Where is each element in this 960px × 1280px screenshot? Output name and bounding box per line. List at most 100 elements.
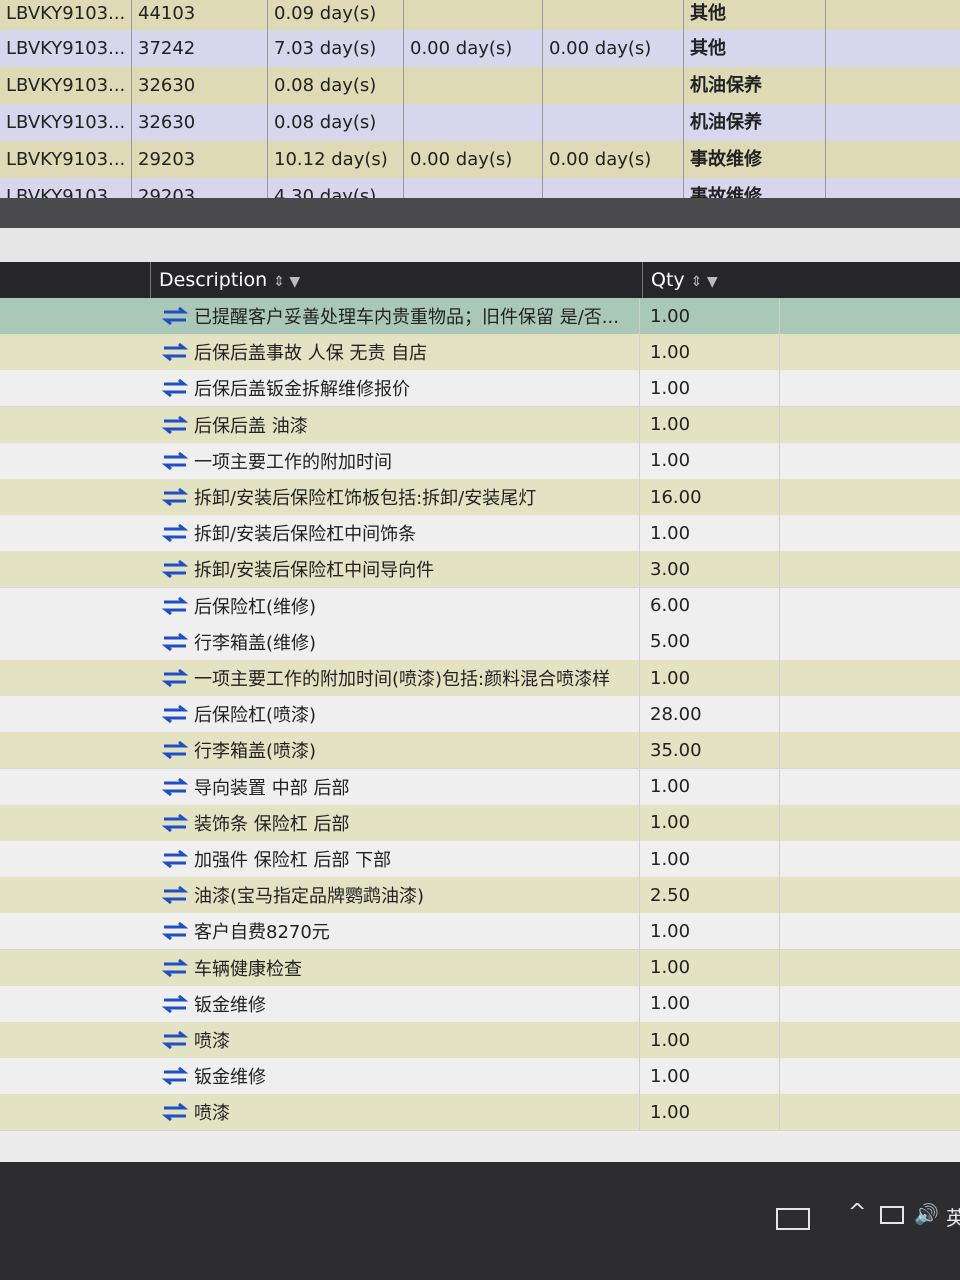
swap-arrows-icon[interactable]	[162, 885, 188, 905]
table-row[interactable]: 喷漆 1.00	[0, 1022, 960, 1059]
qty-cell: 1.00	[640, 442, 780, 479]
qty-cell: 1.00	[640, 1022, 780, 1058]
description-cell: 后保险杠(维修)	[150, 587, 640, 624]
swap-arrows-icon[interactable]	[162, 378, 188, 398]
history-cell-mileage: 32630	[132, 104, 268, 141]
history-row[interactable]: LBVKY9103... 44103 0.09 day(s) 其他	[0, 0, 960, 32]
row-tail	[780, 624, 960, 660]
history-row[interactable]: LBVKY9103... 32630 0.08 day(s) 机油保养	[0, 104, 960, 141]
column-header-qty[interactable]: Qty ⇕ ▼	[642, 262, 960, 298]
keyboard-icon[interactable]	[776, 1208, 810, 1230]
description-cell: 后保后盖钣金拆解维修报价	[150, 370, 640, 407]
ime-indicator[interactable]: 英	[946, 1202, 960, 1231]
table-row[interactable]: 喷漆 1.00	[0, 1094, 960, 1132]
row-spacer	[0, 479, 150, 515]
history-cell-d3	[543, 0, 684, 32]
description-text: 拆卸/安装后保险杠中间导向件	[194, 560, 435, 582]
table-row[interactable]: 拆卸/安装后保险杠中间饰条 1.00	[0, 515, 960, 553]
description-cell: 后保后盖 油漆	[150, 406, 640, 443]
sort-filter-icon[interactable]: ⇕ ▼	[691, 274, 718, 290]
table-row[interactable]: 一项主要工作的附加时间 1.00	[0, 442, 960, 480]
table-row[interactable]: 后保后盖事故 人保 无责 自店 1.00	[0, 334, 960, 372]
chevron-up-icon[interactable]: ^	[848, 1200, 866, 1225]
swap-arrows-icon[interactable]	[162, 1066, 188, 1086]
description-cell: 油漆(宝马指定品牌鹦鹉油漆)	[150, 877, 640, 914]
column-header-description[interactable]: Description ⇕ ▼	[150, 262, 642, 298]
qty-cell: 1.00	[640, 985, 780, 1022]
table-row[interactable]: 钣金维修 1.00	[0, 1058, 960, 1096]
history-cell-d1: 7.03 day(s)	[268, 30, 404, 67]
swap-arrows-icon[interactable]	[162, 958, 188, 978]
swap-arrows-icon[interactable]	[162, 740, 188, 760]
swap-arrows-icon[interactable]	[162, 704, 188, 724]
table-row[interactable]: 后保后盖钣金拆解维修报价 1.00	[0, 370, 960, 408]
swap-arrows-icon[interactable]	[162, 1102, 188, 1122]
table-row[interactable]: 客户自费8270元 1.00	[0, 913, 960, 951]
history-row[interactable]: LBVKY9103... 29203 10.12 day(s) 0.00 day(s)…	[0, 141, 960, 178]
swap-arrows-icon[interactable]	[162, 415, 188, 435]
qty-cell: 35.00	[640, 732, 780, 769]
network-icon[interactable]	[880, 1206, 904, 1224]
description-cell: 拆卸/安装后保险杠饰板包括:拆卸/安装尾灯	[150, 479, 640, 515]
swap-arrows-icon[interactable]	[162, 921, 188, 941]
table-row[interactable]: 后保险杠(维修) 6.00	[0, 587, 960, 625]
swap-arrows-icon[interactable]	[162, 342, 188, 362]
swap-arrows-icon[interactable]	[162, 632, 188, 652]
table-row[interactable]: 拆卸/安装后保险杠饰板包括:拆卸/安装尾灯 16.00	[0, 479, 960, 516]
table-row[interactable]: 装饰条 保险杠 后部 1.00	[0, 804, 960, 842]
qty-cell: 1.00	[640, 334, 780, 371]
qty-cell: 1.00	[640, 370, 780, 407]
volume-icon[interactable]: 🔊	[914, 1202, 939, 1226]
history-row[interactable]: LBVKY9103... 32630 0.08 day(s) 机油保养	[0, 67, 960, 104]
table-row[interactable]: 钣金维修 1.00	[0, 985, 960, 1023]
history-cell-type: 机油保养	[684, 104, 826, 141]
table-row[interactable]: 后保险杠(喷漆) 28.00	[0, 696, 960, 734]
history-cell-d2	[404, 67, 543, 104]
description-text: 后保后盖 油漆	[194, 415, 308, 437]
swap-arrows-icon[interactable]	[162, 994, 188, 1014]
qty-cell: 1.00	[640, 298, 780, 334]
row-spacer	[0, 515, 150, 551]
table-row[interactable]: 行李箱盖(维修) 5.00	[0, 623, 960, 661]
table-row[interactable]: 后保后盖 油漆 1.00	[0, 406, 960, 444]
table-row[interactable]: 加强件 保险杠 后部 下部 1.00	[0, 841, 960, 878]
row-tail	[780, 370, 960, 406]
description-cell: 导向装置 中部 后部	[150, 768, 640, 805]
history-cell-vin: LBVKY9103...	[0, 104, 132, 141]
swap-arrows-icon[interactable]	[162, 306, 188, 326]
table-row[interactable]: 行李箱盖(喷漆) 35.00	[0, 732, 960, 770]
row-spacer	[0, 696, 150, 732]
history-cell-type: 其他	[684, 30, 826, 67]
history-row[interactable]: LBVKY9103... 37242 7.03 day(s) 0.00 day(s) 0…	[0, 30, 960, 67]
description-cell: 拆卸/安装后保险杠中间导向件	[150, 551, 640, 588]
swap-arrows-icon[interactable]	[162, 1030, 188, 1050]
swap-arrows-icon[interactable]	[162, 523, 188, 543]
sort-filter-icon[interactable]: ⇕ ▼	[273, 274, 300, 290]
swap-arrows-icon[interactable]	[162, 668, 188, 688]
row-spacer	[0, 732, 150, 768]
row-spacer	[0, 443, 150, 479]
table-row[interactable]: 一项主要工作的附加时间(喷漆)包括:颜料混合喷漆样 1.00	[0, 660, 960, 697]
table-row[interactable]: 拆卸/安装后保险杠中间导向件 3.00	[0, 551, 960, 589]
table-row[interactable]: 车辆健康检查 1.00	[0, 949, 960, 987]
history-cell-d2: 0.00 day(s)	[404, 30, 543, 67]
history-cell-mileage: 29203	[132, 141, 268, 178]
history-cell-mileage: 37242	[132, 30, 268, 67]
swap-arrows-icon[interactable]	[162, 559, 188, 579]
qty-cell: 1.00	[640, 913, 780, 950]
description-text: 拆卸/安装后保险杠饰板包括:拆卸/安装尾灯	[194, 488, 537, 509]
description-text: 行李箱盖(维修)	[194, 632, 317, 654]
swap-arrows-icon[interactable]	[162, 451, 188, 471]
table-row[interactable]: 导向装置 中部 后部 1.00	[0, 768, 960, 806]
swap-arrows-icon[interactable]	[162, 487, 188, 507]
swap-arrows-icon[interactable]	[162, 849, 188, 869]
description-text: 喷漆	[194, 1103, 230, 1125]
description-cell: 拆卸/安装后保险杠中间饰条	[150, 515, 640, 552]
swap-arrows-icon[interactable]	[162, 777, 188, 797]
row-tail	[780, 732, 960, 768]
table-row[interactable]: 油漆(宝马指定品牌鹦鹉油漆) 2.50	[0, 877, 960, 915]
swap-arrows-icon[interactable]	[162, 813, 188, 833]
history-cell-mileage: 44103	[132, 0, 268, 32]
swap-arrows-icon[interactable]	[162, 596, 188, 616]
table-row[interactable]: 已提醒客户妥善处理车内贵重物品；旧件保留 是/否... 1.00	[0, 298, 960, 335]
